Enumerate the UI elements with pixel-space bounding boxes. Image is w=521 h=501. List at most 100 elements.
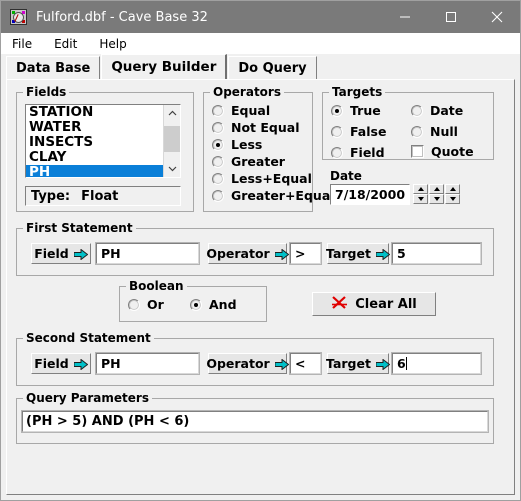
target-option-field[interactable]: Field: [331, 145, 385, 160]
radio-icon[interactable]: [411, 125, 423, 138]
second-target-button[interactable]: Target: [326, 353, 391, 374]
tab-data-base[interactable]: Data Base: [6, 56, 101, 79]
first-target-input[interactable]: 5: [392, 243, 481, 264]
operator-option-label: Not Equal: [231, 120, 300, 135]
radio-icon[interactable]: [212, 189, 224, 202]
right-arrow-icon: [73, 358, 89, 371]
maximize-icon[interactable]: [428, 1, 474, 33]
date-day-spinner[interactable]: [429, 184, 444, 204]
operator-option-equal[interactable]: Equal: [212, 103, 270, 118]
operator-option-greater-equal[interactable]: Greater+Equal: [212, 188, 335, 203]
second-field-input[interactable]: PH: [96, 353, 199, 374]
first-operator-button[interactable]: Operator: [206, 243, 290, 264]
clear-all-button-label: Clear All: [355, 296, 417, 312]
spinner-up-icon[interactable]: [445, 184, 460, 194]
menu-item-edit[interactable]: Edit: [52, 37, 88, 51]
operator-option-less-equal[interactable]: Less+Equal: [212, 171, 312, 186]
radio-icon[interactable]: [212, 104, 224, 117]
list-item[interactable]: CLAY: [26, 150, 163, 165]
targets-group: Targets True False Field Date Null Quote: [322, 85, 494, 160]
target-option-date[interactable]: Date: [411, 103, 463, 118]
second-statement-group: Second Statement Field PH Operator < Tar…: [16, 331, 494, 386]
radio-icon[interactable]: [411, 104, 423, 117]
target-option-label: False: [350, 124, 387, 139]
boolean-group-legend: Boolean: [126, 279, 187, 293]
target-option-label: Null: [430, 124, 458, 139]
boolean-option-and[interactable]: And: [190, 297, 237, 312]
operator-option-label: Less+Equal: [231, 171, 312, 186]
spinner-up-icon[interactable]: [429, 184, 444, 194]
list-item[interactable]: INSECTS: [26, 135, 163, 150]
spinner-down-icon[interactable]: [429, 194, 444, 204]
target-option-true[interactable]: True: [331, 103, 381, 118]
chevron-down-icon[interactable]: [164, 160, 180, 177]
fields-group: Fields STATION WATER INSECTS CLAY PH MOO…: [16, 85, 194, 212]
query-parameters-input[interactable]: (PH > 5) AND (PH < 6): [22, 411, 488, 432]
boolean-option-or[interactable]: Or: [128, 297, 164, 312]
fields-listbox[interactable]: STATION WATER INSECTS CLAY PH MOONMILK: [25, 104, 181, 178]
list-item-selected[interactable]: PH: [26, 165, 163, 177]
radio-icon-selected[interactable]: [190, 298, 202, 311]
minimize-icon[interactable]: [382, 1, 428, 33]
radio-icon[interactable]: [331, 146, 343, 159]
operator-option-less[interactable]: Less: [212, 137, 262, 152]
target-option-false[interactable]: False: [331, 124, 386, 139]
radio-icon[interactable]: [331, 125, 343, 138]
spinner-up-icon[interactable]: [413, 184, 428, 194]
first-operator-button-label: Operator: [206, 246, 270, 261]
right-arrow-icon: [274, 248, 290, 261]
second-operator-input[interactable]: <: [290, 353, 321, 374]
first-target-button-label: Target: [326, 246, 371, 261]
second-target-button-label: Target: [326, 356, 371, 371]
fields-scrollbar[interactable]: [163, 105, 180, 177]
application-window: Fulford.dbf - Cave Base 32 File Edit Hel…: [0, 0, 521, 501]
boolean-group: Boolean Or And: [119, 279, 267, 322]
target-option-label: Quote: [431, 144, 474, 159]
menu-item-help[interactable]: Help: [97, 37, 137, 51]
text-caret: [405, 357, 407, 370]
chevron-up-icon[interactable]: [164, 105, 180, 122]
boolean-option-label: Or: [147, 297, 164, 312]
second-target-input[interactable]: 6: [392, 353, 481, 374]
target-option-label: Date: [430, 103, 464, 118]
first-target-button[interactable]: Target: [326, 243, 391, 264]
target-option-null[interactable]: Null: [411, 124, 458, 139]
second-field-button-label: Field: [34, 356, 69, 371]
tab-query-builder[interactable]: Query Builder: [101, 54, 228, 79]
first-field-button-label: Field: [34, 246, 69, 261]
radio-icon-selected[interactable]: [331, 104, 343, 117]
second-field-button[interactable]: Field: [31, 353, 91, 374]
query-builder-panel: Fields STATION WATER INSECTS CLAY PH MOO…: [6, 79, 515, 495]
field-type-label: Type:: [31, 188, 71, 204]
right-arrow-icon: [375, 358, 391, 371]
spinner-down-icon[interactable]: [445, 194, 460, 204]
date-month-spinner[interactable]: [413, 184, 428, 204]
scrollbar-thumb[interactable]: [164, 126, 180, 152]
list-item[interactable]: WATER: [26, 120, 163, 135]
radio-icon[interactable]: [212, 172, 224, 185]
red-x-delete-icon: [331, 295, 348, 314]
checkbox-icon[interactable]: [411, 145, 424, 158]
first-operator-input[interactable]: >: [290, 243, 321, 264]
clear-all-button[interactable]: Clear All: [312, 292, 436, 316]
date-label: Date: [330, 169, 362, 183]
radio-icon[interactable]: [128, 298, 140, 311]
first-field-button[interactable]: Field: [31, 243, 91, 264]
title-bar: Fulford.dbf - Cave Base 32: [1, 1, 520, 33]
date-year-spinner[interactable]: [445, 184, 460, 204]
menu-item-file[interactable]: File: [10, 37, 43, 51]
target-option-quote[interactable]: Quote: [411, 144, 474, 159]
spinner-down-icon[interactable]: [413, 194, 428, 204]
list-item[interactable]: STATION: [26, 105, 163, 120]
radio-icon[interactable]: [212, 121, 224, 134]
radio-icon[interactable]: [212, 155, 224, 168]
operator-option-greater[interactable]: Greater: [212, 154, 285, 169]
tab-do-query[interactable]: Do Query: [228, 56, 317, 79]
close-icon[interactable]: [474, 1, 520, 33]
operator-option-not-equal[interactable]: Not Equal: [212, 120, 299, 135]
first-field-input[interactable]: PH: [96, 243, 199, 264]
first-statement-legend: First Statement: [23, 221, 136, 235]
radio-icon-selected[interactable]: [212, 138, 224, 151]
second-operator-button[interactable]: Operator: [206, 353, 290, 374]
date-input[interactable]: 7/18/2000: [330, 184, 410, 205]
